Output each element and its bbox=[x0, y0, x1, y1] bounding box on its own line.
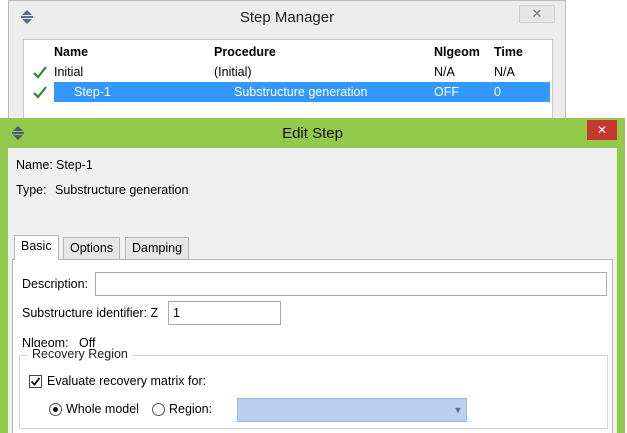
step-nlgeom: OFF bbox=[434, 85, 459, 99]
close-icon: ✕ bbox=[531, 6, 543, 21]
step-procedure: Substructure generation bbox=[234, 85, 368, 99]
selected-row-highlight[interactable]: Step-1 Substructure generation OFF 0 bbox=[54, 82, 550, 102]
check-icon bbox=[33, 86, 47, 99]
chevron-down-icon[interactable]: ▼ bbox=[451, 400, 465, 420]
edit-step-close-button[interactable]: ✕ bbox=[587, 120, 617, 140]
column-header-time[interactable]: Time bbox=[494, 45, 523, 59]
name-label: Name: bbox=[16, 158, 53, 172]
edit-step-body: Name: Step-1 Type: Substructure generati… bbox=[8, 148, 617, 433]
edit-step-titlebar[interactable]: Edit Step ✕ bbox=[0, 118, 625, 148]
step-manager-window: Step Manager ✕ Name Procedure Nlgeom Tim… bbox=[8, 0, 566, 125]
whole-model-radio[interactable] bbox=[49, 403, 62, 416]
region-radio[interactable] bbox=[152, 403, 165, 416]
step-manager-title: Step Manager bbox=[239, 9, 335, 26]
basic-tab-panel: Description: Substructure identifier: Z … bbox=[12, 259, 613, 433]
substructure-identifier-label: Substructure identifier: Z bbox=[22, 306, 159, 320]
substructure-identifier-input[interactable]: 1 bbox=[168, 301, 281, 325]
description-label: Description: bbox=[22, 277, 88, 291]
step-list-table[interactable]: Name Procedure Nlgeom Time Initial (Init… bbox=[23, 39, 553, 125]
tab-options[interactable]: Options bbox=[63, 237, 121, 259]
table-row[interactable]: Step-1 Substructure generation OFF 0 bbox=[24, 82, 552, 102]
description-input[interactable] bbox=[95, 272, 607, 296]
step-manager-titlebar[interactable]: Step Manager ✕ bbox=[9, 1, 565, 33]
step-nlgeom: N/A bbox=[434, 65, 455, 79]
edit-step-window: Edit Step ✕ Name: Step-1 Type: Substruct… bbox=[0, 118, 625, 433]
step-name: Step-1 bbox=[74, 85, 111, 99]
table-header: Name Procedure Nlgeom Time bbox=[24, 42, 552, 62]
check-icon bbox=[33, 66, 47, 79]
region-select[interactable]: ▼ bbox=[237, 398, 467, 422]
evaluate-recovery-label: Evaluate recovery matrix for: bbox=[47, 374, 207, 388]
step-time: 0 bbox=[494, 85, 501, 99]
column-header-procedure[interactable]: Procedure bbox=[214, 45, 276, 59]
table-row[interactable]: Initial (Initial) N/A N/A bbox=[24, 62, 552, 82]
step-manager-close-button[interactable]: ✕ bbox=[519, 5, 555, 23]
recovery-region-legend: Recovery Region bbox=[28, 347, 132, 361]
tab-basic[interactable]: Basic bbox=[14, 235, 59, 260]
recovery-region-group: Recovery Region Evaluate recovery matrix… bbox=[19, 347, 608, 429]
type-label: Type: bbox=[16, 183, 47, 197]
step-name: Initial bbox=[54, 65, 84, 79]
column-header-name[interactable]: Name bbox=[54, 45, 88, 59]
column-header-nlgeom[interactable]: Nlgeom bbox=[434, 45, 480, 59]
tab-damping[interactable]: Damping bbox=[125, 237, 190, 259]
close-icon: ✕ bbox=[596, 123, 608, 137]
step-procedure: (Initial) bbox=[214, 65, 252, 79]
step-time: N/A bbox=[494, 65, 515, 79]
region-label: Region: bbox=[169, 402, 213, 416]
whole-model-label: Whole model bbox=[66, 402, 139, 416]
type-value: Substructure generation bbox=[55, 183, 189, 197]
evaluate-recovery-checkbox[interactable] bbox=[29, 375, 42, 388]
edit-step-title: Edit Step bbox=[282, 125, 343, 142]
name-value: Step-1 bbox=[56, 158, 93, 172]
checkmark-icon bbox=[30, 377, 41, 386]
